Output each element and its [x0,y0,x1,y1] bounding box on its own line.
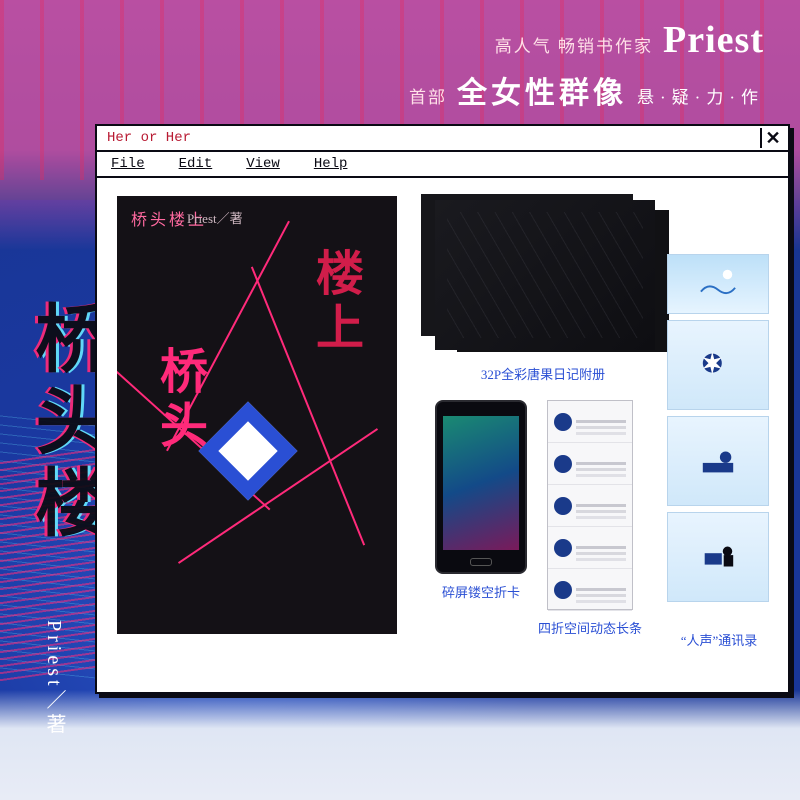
menu-help[interactable]: Help [314,156,348,172]
avatar-icon [554,539,572,557]
diamond-window-icon [199,402,298,501]
diary-label: 32P全彩唐果日记附册 [463,364,623,383]
headline-block: 高人气 畅销书作家 Priest 首部 全女性群像 悬·疑·力·作 [409,18,764,118]
strip-row [548,401,632,443]
person-laptop-icon [699,538,737,576]
strip-label: 四折空间动态长条 [525,618,655,637]
headline-row1-small: 高人气 畅销书作家 [495,32,653,57]
book-cover: 桥头楼上 Priest／著 桥头 楼上 [117,196,397,634]
headline-row2-big: 全女性群像 [457,68,627,112]
book-left-vertical: 桥头 [143,346,213,454]
wave-icon [699,265,737,303]
star-burst-icon [699,346,737,384]
avatar-icon [554,497,572,515]
strip-row [548,485,632,527]
bookmark-card [667,512,769,602]
menu-edit[interactable]: Edit [179,156,213,172]
bookmark-card [667,254,769,314]
window-content: 桥头楼上 Priest／著 桥头 楼上 32P全彩唐果日记附册 碎屏镂空折卡 四… [97,178,788,690]
text-lines [576,546,626,549]
phone-label: 碎屏镂空折卡 [431,582,531,601]
close-icon: ✕ [765,128,780,149]
avatar-icon [554,413,572,431]
diary-booklet [435,200,655,350]
text-lines [576,462,626,465]
bg-white-band [0,690,800,800]
window-titlebar: Her or Her ✕ [97,126,788,152]
book-author: Priest／著 [187,208,243,227]
phone-screen [443,416,519,550]
strip-row [548,443,632,485]
retro-window: Her or Her ✕ File Edit View Help 桥头楼上 Pr… [95,124,790,694]
bookmarks-label: “人声”通讯录 [659,630,779,649]
menu-file[interactable]: File [111,156,145,172]
close-button[interactable]: ✕ [760,128,784,148]
headline-row2-small: 首部 [409,83,447,108]
avatar-icon [554,581,572,599]
book-right-vertical: 楼上 [299,248,369,356]
person-reading-icon [699,442,737,480]
text-lines [576,420,626,423]
bookmark-stack [667,254,769,608]
bookmark-card [667,416,769,506]
side-vertical-author: Priest／著 [40,620,69,738]
window-title: Her or Her [107,130,191,146]
avatar-icon [554,455,572,473]
headline-brand: Priest [663,18,764,62]
strip-row [548,527,632,569]
text-lines [576,504,626,507]
crack-line [166,221,290,452]
text-lines [576,588,626,591]
strip-row [548,569,632,611]
window-menubar: File Edit View Help [97,152,788,178]
bookmark-card [667,320,769,410]
menu-view[interactable]: View [246,156,280,172]
phone-home-icon [470,558,492,566]
headline-row2-tail: 悬·疑·力·作 [637,83,764,108]
phone-card [435,400,527,574]
folded-strip [547,400,633,610]
